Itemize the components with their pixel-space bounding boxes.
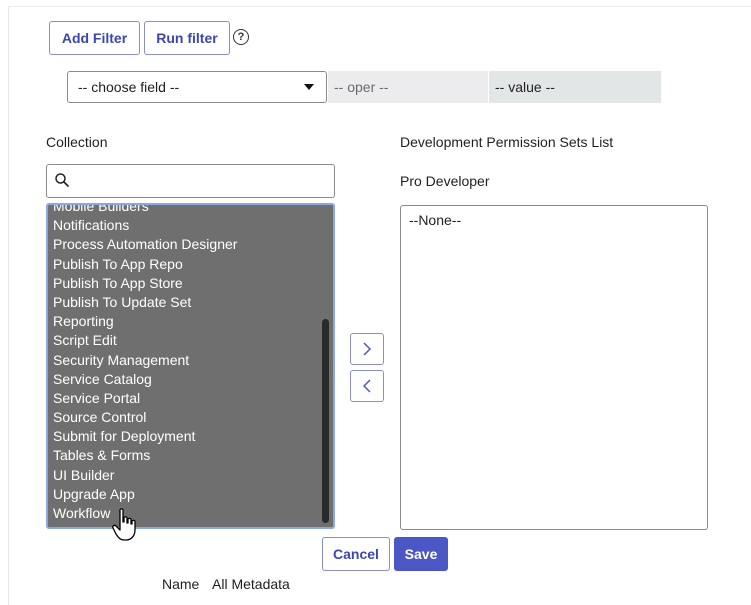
chevron-right-icon xyxy=(363,342,372,356)
collection-list-item[interactable]: Notifications xyxy=(53,216,319,235)
collection-list-item[interactable]: Tables & Forms xyxy=(53,446,319,465)
target-list[interactable]: --None-- xyxy=(400,205,708,530)
chevron-left-icon xyxy=(362,379,371,393)
collection-list-item[interactable]: Submit for Deployment xyxy=(53,427,319,446)
help-icon[interactable]: ? xyxy=(233,29,249,45)
add-filter-button[interactable]: Add Filter xyxy=(49,21,140,55)
collection-list-item[interactable]: Security Management xyxy=(53,351,319,370)
collection-list-item[interactable]: Mobile Builders xyxy=(53,205,319,216)
name-value: All Metadata xyxy=(212,576,290,592)
target-list-subtitle: Pro Developer xyxy=(400,173,490,189)
cancel-button[interactable]: Cancel xyxy=(322,537,390,571)
choose-field-select[interactable]: -- choose field -- xyxy=(67,71,327,103)
remove-from-list-button[interactable] xyxy=(350,370,384,402)
add-to-list-button[interactable] xyxy=(350,333,384,365)
operator-select[interactable]: -- oper -- xyxy=(328,71,488,103)
choose-field-value: -- choose field -- xyxy=(78,79,180,95)
hand-cursor-icon xyxy=(112,508,136,541)
add-filter-label: Add Filter xyxy=(61,30,128,46)
search-icon xyxy=(55,173,69,187)
collection-list-item[interactable]: Workflow xyxy=(53,504,319,523)
collection-list-item[interactable]: Upgrade App xyxy=(53,485,319,504)
run-filter-label: Run filter xyxy=(156,30,218,46)
collection-label: Collection xyxy=(46,134,108,150)
collection-list-item[interactable]: Service Portal xyxy=(53,389,319,408)
run-filter-button[interactable]: Run filter xyxy=(144,21,230,55)
collection-list-item[interactable]: UI Builder xyxy=(53,466,319,485)
target-list-title: Development Permission Sets List xyxy=(400,134,614,150)
collection-items: Mobile Builders Notifications Process Auto… xyxy=(53,205,319,523)
save-button[interactable]: Save xyxy=(394,537,448,571)
collection-list-item[interactable]: Publish To Update Set xyxy=(53,293,319,312)
collection-list-item[interactable]: Reporting xyxy=(53,312,319,331)
collection-list-item[interactable]: Publish To App Store xyxy=(53,274,319,293)
value-field[interactable]: -- value -- xyxy=(489,71,661,103)
collection-list-item[interactable]: Service Catalog xyxy=(53,370,319,389)
target-items: --None-- xyxy=(409,212,699,228)
collection-list-item[interactable]: Process Automation Designer xyxy=(53,235,319,254)
collection-list[interactable]: Mobile Builders Notifications Process Auto… xyxy=(46,203,335,529)
name-label: Name xyxy=(162,576,200,592)
collection-scrollbar[interactable] xyxy=(322,319,329,523)
collection-list-item[interactable]: Source Control xyxy=(53,408,319,427)
collection-list-item[interactable]: Script Edit xyxy=(53,331,319,350)
collection-search-input[interactable] xyxy=(46,164,335,198)
target-list-item[interactable]: --None-- xyxy=(409,212,699,228)
caret-down-icon xyxy=(304,84,314,90)
collection-list-item[interactable]: Publish To App Repo xyxy=(53,255,319,274)
